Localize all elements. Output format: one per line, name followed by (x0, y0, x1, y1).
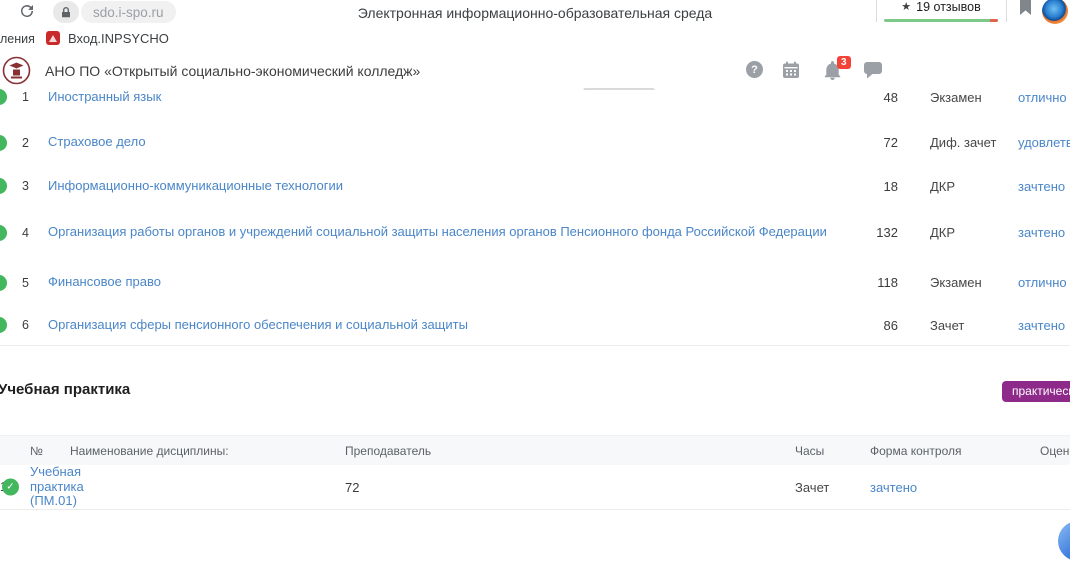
practice-table-header: № Наименование дисциплины: Преподаватель… (0, 435, 1070, 466)
toolbar-divider (876, 0, 877, 22)
discipline-link[interactable]: Организация работы органов и учреждений … (48, 225, 838, 240)
hours-value: 86 (838, 318, 898, 333)
row-number: 5 (0, 276, 48, 290)
feedback-button[interactable] (1058, 521, 1070, 561)
grade-link[interactable]: удовлетворительно (1018, 135, 1070, 150)
calendar-icon[interactable] (782, 61, 800, 84)
help-icon[interactable]: ? (746, 61, 763, 78)
bookmark-favicon-icon (46, 31, 60, 45)
col-number: № (30, 444, 70, 458)
control-form: Диф. зачет (930, 135, 1018, 150)
discipline-link[interactable]: Финансовое право (48, 275, 838, 290)
table-row: 6 Организация сферы пенсионного обеспече… (0, 305, 1070, 346)
discipline-link[interactable]: Информационно-коммуникационные технологи… (48, 179, 838, 194)
grade-link[interactable]: зачтено (1018, 179, 1070, 194)
col-discipline: Наименование дисциплины: (70, 444, 345, 458)
table-row: 3 Информационно-коммуникационные техноло… (0, 167, 1070, 206)
bookmark-item-partial[interactable]: ления (0, 32, 35, 46)
col-control: Форма контроля (870, 444, 1040, 458)
row-number: 4 (0, 226, 48, 240)
hours-value: 132 (838, 225, 898, 240)
grade-link[interactable]: зачтено (870, 480, 1040, 495)
col-hours: Часы (795, 444, 870, 458)
hours-value: 72 (838, 135, 898, 150)
hours-value: 72 (345, 480, 795, 495)
control-form: Экзамен (930, 90, 1018, 105)
row-number: 3 (0, 179, 48, 193)
grade-link[interactable]: отлично (1018, 275, 1070, 290)
row-number: 6 (0, 318, 48, 332)
discipline-link[interactable]: Организация сферы пенсионного обеспечени… (48, 318, 838, 333)
control-form: ДКР (930, 179, 1018, 194)
bookmarks-bar: ления Вход.INPSYCHO (0, 27, 1070, 51)
reviews-button[interactable]: ★ 19 отзывов (884, 0, 998, 22)
control-form: Экзамен (930, 275, 1018, 290)
grade-link[interactable]: зачтено (1018, 318, 1070, 333)
discipline-link[interactable]: Страховое дело (48, 135, 838, 150)
app-header: АНО ПО «Открытый социально-экономический… (0, 50, 1070, 92)
grade-link[interactable]: отлично (1018, 90, 1070, 105)
row-number: 1 (0, 90, 48, 104)
college-logo[interactable] (2, 56, 31, 90)
col-grade: Оценка (1040, 444, 1070, 458)
discipline-link[interactable]: Иностранный язык (48, 90, 838, 105)
status-complete-icon: ✓ (2, 479, 19, 496)
control-form: Зачет (930, 318, 1018, 333)
notification-badge: 3 (837, 56, 851, 69)
star-icon: ★ (901, 0, 911, 13)
section-title: Учебная практика (0, 381, 130, 398)
grade-link[interactable]: зачтено (1018, 225, 1070, 240)
hours-value: 118 (838, 275, 898, 290)
chat-icon[interactable] (864, 62, 882, 84)
bookmark-item[interactable]: Вход.INPSYCHO (68, 31, 169, 46)
row-number: 2 (0, 136, 48, 150)
org-name: АНО ПО «Открытый социально-экономический… (45, 63, 420, 79)
browser-chrome: sdo.i-spo.ru Электронная информационно-о… (0, 0, 1070, 27)
table-row: 1 Иностранный язык 48 Экзамен отлично (0, 90, 1070, 119)
control-form: ДКР (930, 225, 1018, 240)
rating-bar (884, 19, 998, 22)
question-glyph: ? (751, 64, 758, 76)
table-row: 2 Страховое дело 72 Диф. зачет удовлетво… (0, 118, 1070, 168)
reviews-label: 19 отзывов (916, 0, 981, 14)
table-row: 4 Организация работы органов и учреждени… (0, 205, 1070, 261)
bookmark-icon[interactable] (1019, 0, 1032, 20)
hours-value: 48 (838, 90, 898, 105)
toolbar-divider (1006, 0, 1007, 22)
table-row: ✓ 1 Учебная практика (ПМ.01) 72 Зачет за… (0, 465, 1070, 510)
table-row: 5 Финансовое право 118 Экзамен отлично (0, 260, 1070, 306)
control-form: Зачет (795, 480, 870, 495)
discipline-link[interactable]: Учебная практика (ПМ.01) (30, 465, 70, 509)
col-teacher: Преподаватель (345, 444, 795, 458)
hours-value: 18 (838, 179, 898, 194)
practice-badge: практическое (1002, 381, 1070, 402)
